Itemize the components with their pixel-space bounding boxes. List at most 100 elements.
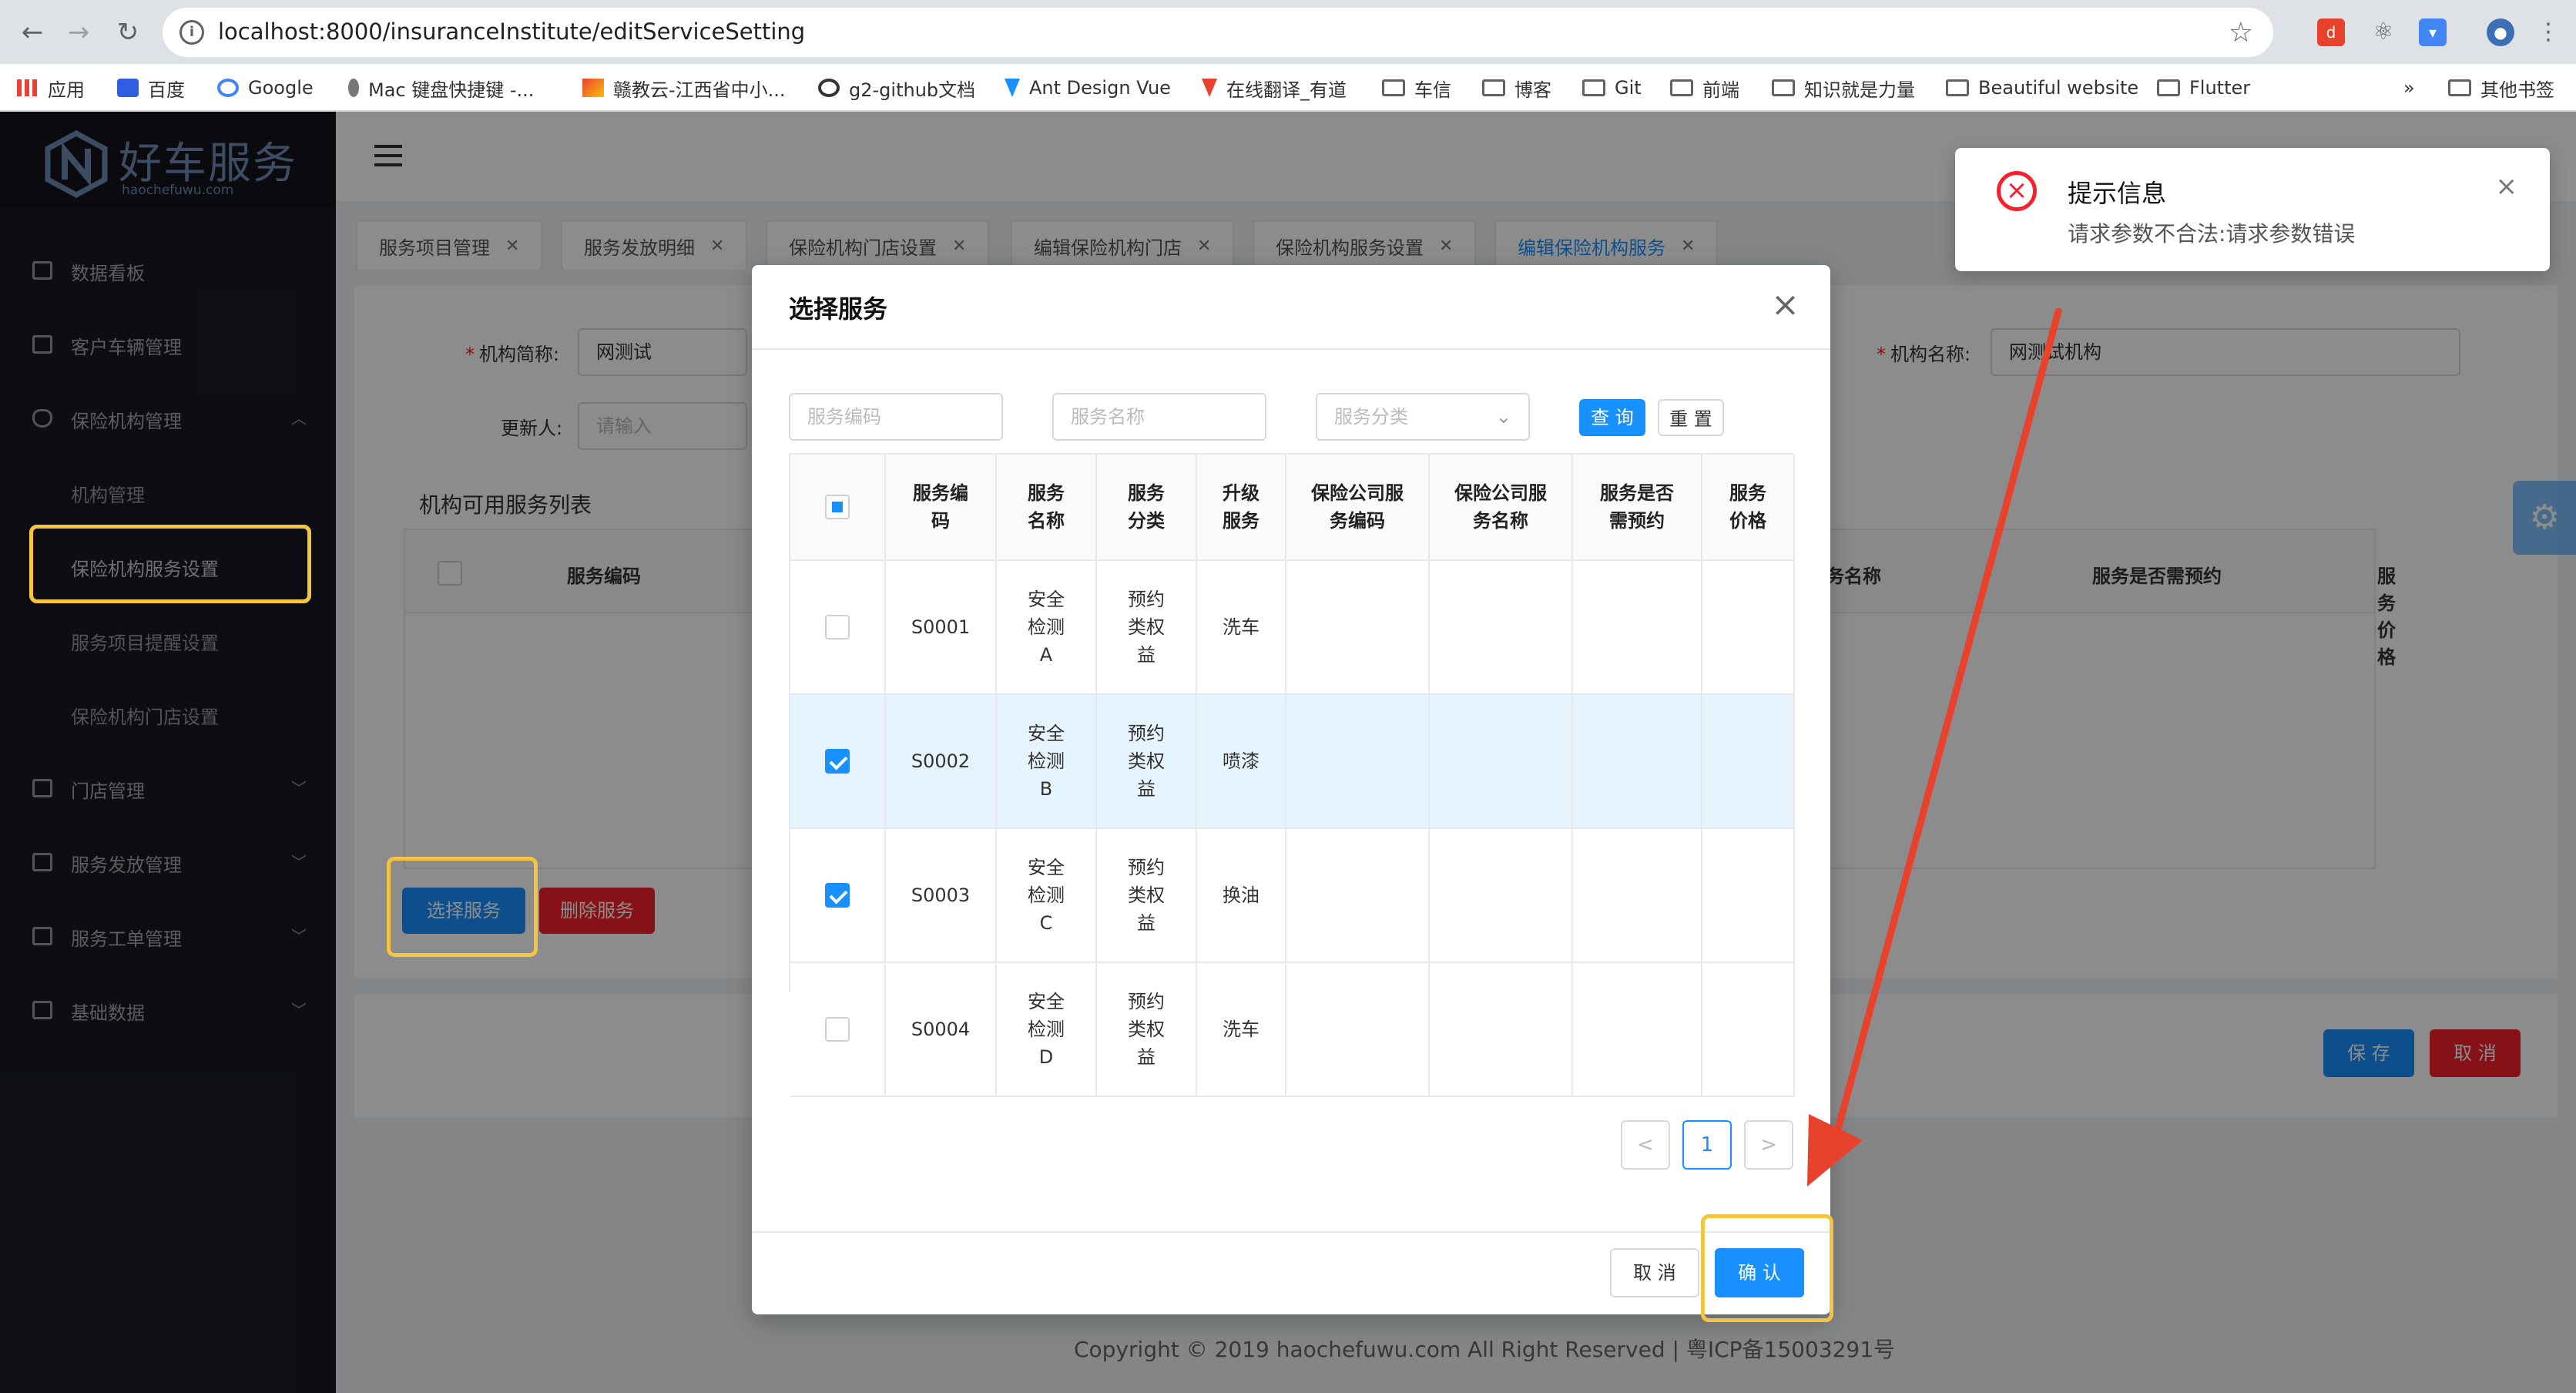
reset-button[interactable]: 重 置 (1658, 399, 1724, 436)
bookmark-folder[interactable]: Git (1582, 64, 1642, 112)
cell-ins-code (1286, 829, 1430, 962)
row-checkbox[interactable] (825, 883, 850, 908)
cell-upgrade: 洗车 (1197, 561, 1286, 693)
column-header: 保险公司服 务编码 (1286, 455, 1430, 559)
cell-booking (1573, 963, 1702, 1096)
address-bar[interactable]: i localhost:8000/insuranceInstitute/edit… (163, 8, 2273, 57)
column-header: 保险公司服 务名称 (1430, 455, 1573, 559)
modal-cancel-button[interactable]: 取 消 (1610, 1248, 1699, 1297)
table-row[interactable]: S0004 安全 检测 D 预约 类权 益 洗车 (790, 963, 1795, 1097)
service-category-select[interactable]: 服务分类 ⌄ (1316, 393, 1530, 441)
table-row[interactable]: S0002 安全 检测 B 预约 类权 益 喷漆 (790, 695, 1795, 829)
cell-ins-code (1286, 561, 1430, 693)
cell-upgrade: 喷漆 (1197, 695, 1286, 827)
bookmark-item[interactable]: 在线翻译_有道 (1202, 64, 1347, 112)
cell-ins-code (1286, 695, 1430, 827)
cell-upgrade: 洗车 (1197, 963, 1286, 1096)
pagination-page-1[interactable]: 1 (1682, 1120, 1732, 1170)
select-all-checkbox[interactable] (825, 495, 850, 519)
url-text[interactable]: localhost:8000/insuranceInstitute/editSe… (218, 18, 805, 45)
cell-ins-code (1286, 963, 1430, 1096)
modal-header: 选择服务 × (752, 265, 1830, 350)
cell-category: 预约 类权 益 (1097, 963, 1197, 1096)
extension-icon[interactable]: ▾ (2419, 18, 2447, 46)
cell-ins-name (1430, 561, 1573, 693)
bookmark-item[interactable]: Ant Design Vue (1005, 64, 1171, 112)
service-table: 服务编 码 服务 名称 服务 分类 升级 服务 保险公司服 务编码 保险公司服 … (789, 453, 1795, 1097)
browser-toolbar: ← → ↻ i localhost:8000/insuranceInstitut… (0, 0, 2576, 64)
bookmarks-more[interactable]: » (2403, 64, 2415, 112)
column-header: 服务编 码 (886, 455, 997, 559)
bookmark-folder[interactable]: 车信 (1382, 64, 1451, 112)
chevron-down-icon: ⌄ (1495, 406, 1511, 428)
cell-name: 安全 检测 D (997, 963, 1097, 1096)
bookmark-folder-other[interactable]: 其他书签 (2448, 64, 2554, 112)
cell-name: 安全 检测 B (997, 695, 1097, 827)
service-code-filter[interactable]: 服务编码 (789, 393, 1003, 441)
cell-code: S0004 (886, 963, 997, 1096)
cell-code: S0003 (886, 829, 997, 962)
notification-title: 提示信息 (2068, 179, 2167, 208)
menu-icon[interactable]: ⋮ (2534, 18, 2562, 46)
close-icon[interactable]: × (2496, 171, 2518, 202)
bookmark-item[interactable]: 赣教云-江西省中小... (582, 64, 786, 112)
back-icon[interactable]: ← (14, 14, 51, 51)
cell-name: 安全 检测 C (997, 829, 1097, 962)
cell-name: 安全 检测 A (997, 561, 1097, 693)
cell-ins-name (1430, 829, 1573, 962)
bookmark-folder[interactable]: Flutter (2157, 64, 2250, 112)
bookmark-folder[interactable]: 前端 (1670, 64, 1739, 112)
row-checkbox[interactable] (825, 1017, 850, 1042)
avatar[interactable]: ● (2487, 18, 2514, 46)
service-name-filter[interactable]: 服务名称 (1052, 393, 1266, 441)
bookmark-item[interactable]: 百度 (117, 64, 185, 112)
annotation-arrow (1807, 308, 2062, 1187)
cell-booking (1573, 829, 1702, 962)
modal-footer-divider (752, 1231, 1830, 1233)
cell-price (1702, 695, 1795, 827)
cell-ins-name (1430, 695, 1573, 827)
cell-ins-name (1430, 963, 1573, 1096)
column-header: 服务 名称 (997, 455, 1097, 559)
pagination-prev[interactable]: < (1621, 1120, 1670, 1170)
star-icon[interactable]: ☆ (2229, 17, 2253, 49)
cell-booking (1573, 695, 1702, 827)
cell-booking (1573, 561, 1702, 693)
forward-icon[interactable]: → (60, 14, 97, 51)
info-icon[interactable]: i (179, 20, 204, 45)
column-header: 服务 分类 (1097, 455, 1197, 559)
cell-price (1702, 561, 1795, 693)
notification-message: 请求参数不合法:请求参数错误 (2068, 221, 2356, 247)
cell-price (1702, 829, 1795, 962)
bookmark-apps[interactable]: 应用 (17, 64, 85, 112)
cell-price (1702, 963, 1795, 1096)
cell-category: 预约 类权 益 (1097, 695, 1197, 827)
cell-category: 预约 类权 益 (1097, 561, 1197, 693)
pagination-next[interactable]: > (1744, 1120, 1793, 1170)
reload-icon[interactable]: ↻ (109, 14, 146, 51)
table-row[interactable]: S0001 安全 检测 A 预约 类权 益 洗车 (790, 561, 1795, 695)
bookmark-item[interactable]: Google (217, 64, 314, 112)
table-row[interactable]: S0003 安全 检测 C 预约 类权 益 换油 (790, 829, 1795, 963)
cell-upgrade: 换油 (1197, 829, 1286, 962)
highlight-box-confirm (1701, 1214, 1833, 1322)
extension-icon[interactable]: d (2317, 18, 2345, 46)
bookmarks-bar: 应用 百度 Google Mac 键盘快捷键 -... 赣教云-江西省中小...… (0, 64, 2576, 112)
cell-code: S0002 (886, 695, 997, 827)
bookmark-folder[interactable]: 博客 (1482, 64, 1551, 112)
modal-title: 选择服务 (789, 294, 888, 324)
cell-code: S0001 (886, 561, 997, 693)
bookmark-folder[interactable]: 知识就是力量 (1772, 64, 1915, 112)
column-header: 服务 价格 (1702, 455, 1795, 559)
row-checkbox[interactable] (825, 615, 850, 639)
error-notification: × 提示信息 请求参数不合法:请求参数错误 × (1955, 148, 2550, 271)
highlight-box-select-service-top (387, 857, 538, 957)
close-icon[interactable]: × (1771, 285, 1800, 325)
column-header: 升级 服务 (1197, 455, 1286, 559)
react-devtools-icon[interactable]: ⚛ (2370, 18, 2397, 46)
query-button[interactable]: 查 询 (1579, 399, 1645, 436)
bookmark-folder[interactable]: Beautiful website (1946, 64, 2138, 112)
bookmark-item[interactable]: Mac 键盘快捷键 -... (348, 64, 534, 112)
row-checkbox[interactable] (825, 749, 850, 774)
bookmark-item[interactable]: g2-github文档 (818, 64, 975, 112)
